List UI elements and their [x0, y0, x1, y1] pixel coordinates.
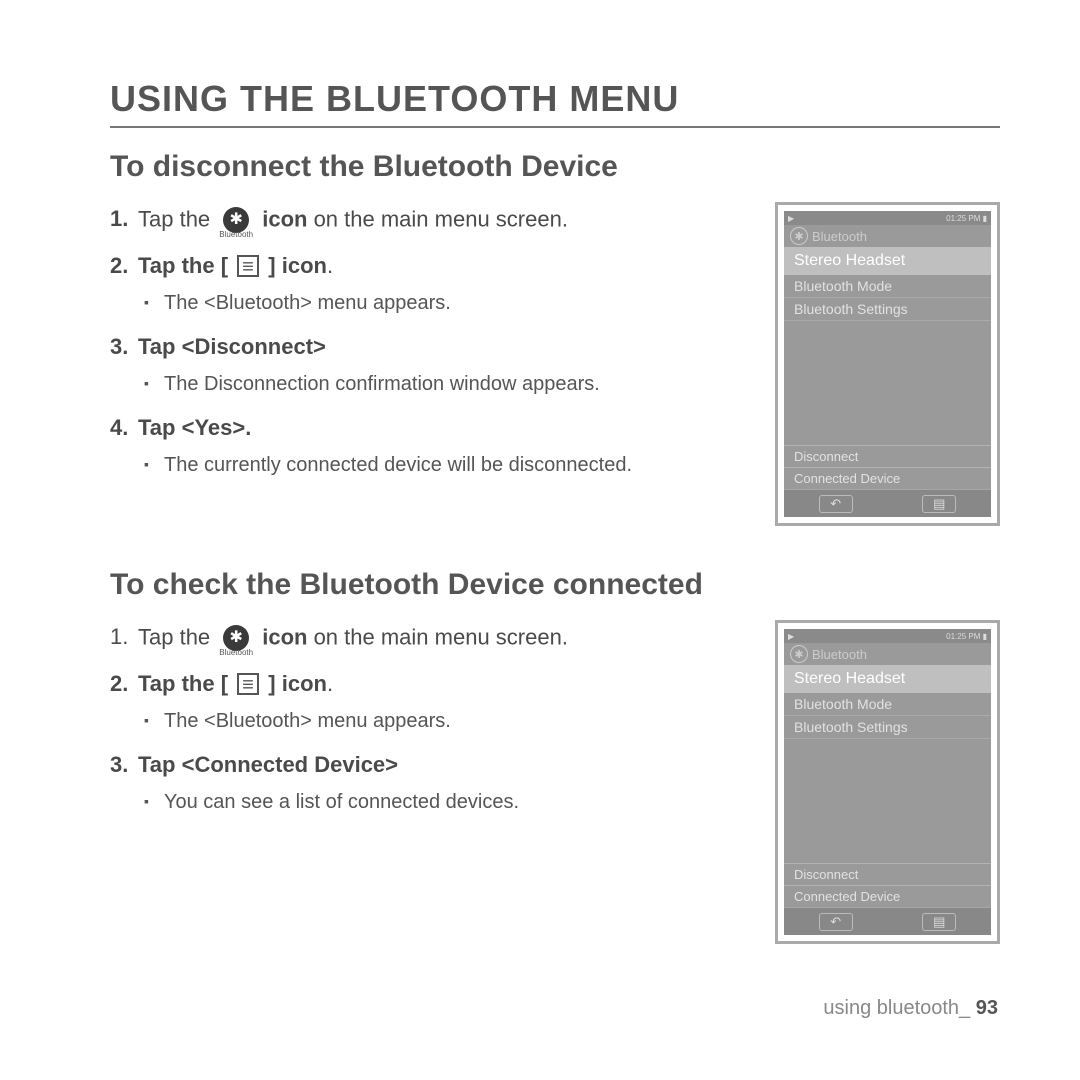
bluetooth-icon: ✱ Bluetooth: [219, 620, 253, 657]
step-text: Tap the: [138, 624, 216, 649]
step-text-bold: Tap <Yes>.: [138, 415, 251, 440]
device-menu-row: Connected Device: [784, 467, 991, 489]
device-titlebar: ✱ Bluetooth: [784, 225, 991, 247]
device-statusbar: ▶01:25 PM ▮: [784, 629, 991, 643]
page-title: USING THE BLUETOOTH MENU: [110, 78, 1000, 120]
step: Tap the ✱ Bluetooth icon on the main men…: [110, 202, 757, 239]
bluetooth-icon: ✱: [790, 227, 808, 245]
section-1-heading: To disconnect the Bluetooth Device: [110, 150, 1000, 184]
device-mockup: ▶01:25 PM ▮ ✱ Bluetooth Stereo Headset B…: [775, 620, 1000, 944]
bluetooth-icon: ✱ Bluetooth: [219, 202, 253, 239]
step-sub: The currently connected device will be d…: [138, 450, 757, 480]
device-highlight-row: Stereo Headset: [784, 665, 991, 693]
step-sub: The Disconnection confirmation window ap…: [138, 369, 757, 399]
step-text-bold: Tap <Connected Device>: [138, 752, 398, 777]
device-navbar: ↶ ▤: [784, 907, 991, 935]
step-text: Tap the: [138, 206, 216, 231]
step-sub: You can see a list of connected devices.: [138, 787, 757, 817]
bluetooth-icon: ✱: [790, 645, 808, 663]
device-menu-row: Bluetooth Settings: [784, 298, 991, 321]
step-text: on the main menu screen.: [307, 206, 567, 231]
step-text: .: [327, 253, 333, 278]
device-mockup: ▶01:25 PM ▮ ✱ Bluetooth Stereo Headset B…: [775, 202, 1000, 526]
back-icon: ↶: [819, 495, 853, 513]
back-icon: ↶: [819, 913, 853, 931]
step-sub: The <Bluetooth> menu appears.: [138, 288, 757, 318]
step-text-bold: Tap the: [138, 253, 221, 278]
title-rule: [110, 126, 1000, 128]
device-menu-row: Connected Device: [784, 885, 991, 907]
step: Tap the [ ] icon. The <Bluetooth> menu a…: [110, 249, 757, 318]
step: Tap <Disconnect> The Disconnection confi…: [110, 330, 757, 399]
device-highlight-row: Stereo Headset: [784, 247, 991, 275]
device-titlebar: ✱ Bluetooth: [784, 643, 991, 665]
device-menu-row: Bluetooth Mode: [784, 275, 991, 298]
menu-icon: [237, 673, 259, 695]
device-menu-row: Disconnect: [784, 445, 991, 467]
menu-icon: ▤: [922, 495, 956, 513]
menu-icon: [237, 255, 259, 277]
step-text-bold: Tap the: [138, 671, 221, 696]
device-menu-row: Bluetooth Settings: [784, 716, 991, 739]
device-navbar: ↶ ▤: [784, 489, 991, 517]
step-sub: The <Bluetooth> menu appears.: [138, 706, 757, 736]
menu-icon: ▤: [922, 913, 956, 931]
device-statusbar: ▶01:25 PM ▮: [784, 211, 991, 225]
step-text: on the main menu screen.: [307, 624, 567, 649]
step: Tap <Yes>. The currently connected devic…: [110, 411, 757, 480]
step-text-bold: icon: [262, 624, 307, 649]
step-text-bold: Tap <Disconnect>: [138, 334, 326, 359]
page-footer: using bluetooth_ 93: [823, 997, 998, 1020]
section-2-heading: To check the Bluetooth Device connected: [110, 568, 1000, 602]
step: Tap <Connected Device> You can see a lis…: [110, 748, 757, 817]
step: Tap the ✱ Bluetooth icon on the main men…: [110, 620, 757, 657]
step-text: .: [327, 671, 333, 696]
device-menu-row: Disconnect: [784, 863, 991, 885]
step: Tap the [ ] icon. The <Bluetooth> menu a…: [110, 667, 757, 736]
device-menu-row: Bluetooth Mode: [784, 693, 991, 716]
step-text-bold: icon: [262, 206, 307, 231]
